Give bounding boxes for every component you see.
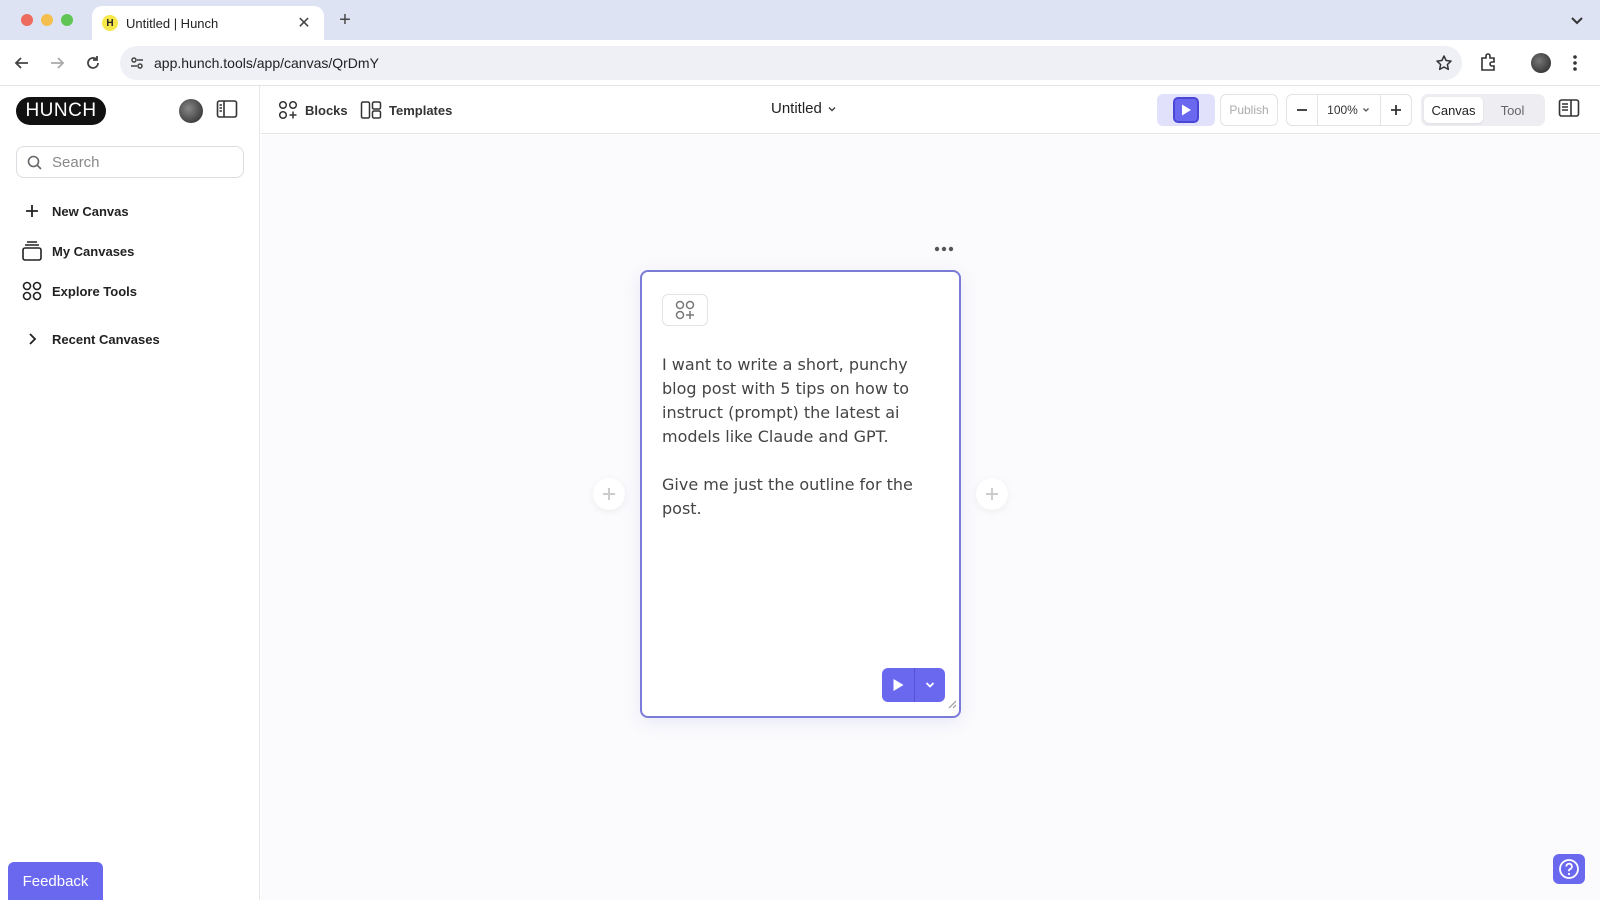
plus-icon	[1391, 105, 1401, 115]
browser-tab-bar: H Untitled | Hunch ✕ +	[0, 0, 1600, 40]
blocks-label: Blocks	[305, 102, 348, 118]
sidebar: HUNCH New Canvas My Canvases Explore Too…	[0, 86, 260, 900]
run-block-button[interactable]	[882, 668, 915, 702]
block-options-icon[interactable]	[933, 240, 955, 258]
sidebar-item-new-canvas[interactable]: New Canvas	[20, 199, 129, 223]
blocks-icon	[278, 100, 298, 120]
feedback-button[interactable]: Feedback	[8, 862, 103, 900]
sidebar-toggle-icon[interactable]	[216, 99, 238, 124]
grid-icon	[20, 281, 44, 301]
hunch-logo[interactable]: HUNCH	[16, 97, 106, 125]
blocks-button[interactable]: Blocks	[278, 98, 348, 122]
zoom-control: 100%	[1286, 94, 1412, 126]
tab-search-chevron-icon[interactable]	[1568, 11, 1586, 29]
sidebar-item-label: My Canvases	[52, 243, 135, 259]
canvas-title-dropdown[interactable]: Untitled	[771, 100, 838, 117]
publish-button[interactable]: Publish	[1220, 94, 1278, 126]
play-icon	[893, 679, 904, 691]
canvas-toolbar: Blocks Templates Untitled Publish 100% C…	[261, 86, 1600, 134]
search-input[interactable]	[52, 153, 232, 171]
run-options-dropdown[interactable]	[915, 668, 945, 702]
add-block-left-button[interactable]	[593, 478, 625, 510]
address-bar[interactable]: app.hunch.tools/app/canvas/QrDmY	[120, 46, 1462, 80]
stack-icon	[20, 240, 44, 262]
mode-switch: Canvas Tool	[1421, 94, 1545, 126]
url-text[interactable]: app.hunch.tools/app/canvas/QrDmY	[154, 55, 1426, 71]
add-block-right-button[interactable]	[976, 478, 1008, 510]
help-icon	[1559, 859, 1579, 879]
browser-menu-icon[interactable]	[1572, 53, 1578, 78]
browser-profile-avatar[interactable]	[1531, 53, 1551, 73]
run-canvas-group	[1157, 94, 1215, 126]
chevron-down-icon	[828, 106, 836, 112]
minus-icon	[1297, 109, 1307, 111]
maximize-window-button[interactable]	[61, 14, 73, 26]
plus-icon	[603, 488, 615, 500]
zoom-out-button[interactable]	[1287, 95, 1317, 125]
tab-tool[interactable]: Tool	[1483, 97, 1542, 123]
search-icon	[27, 155, 42, 170]
reload-icon[interactable]	[82, 52, 104, 74]
bookmark-star-icon[interactable]	[1426, 54, 1462, 72]
user-avatar[interactable]	[179, 99, 203, 123]
run-canvas-button[interactable]	[1173, 97, 1199, 123]
tab-title: Untitled | Hunch	[126, 15, 219, 31]
prompt-textarea[interactable]: I want to write a short, punchy blog pos…	[662, 353, 942, 521]
browser-toolbar: app.hunch.tools/app/canvas/QrDmY	[0, 40, 1600, 86]
zoom-in-button[interactable]	[1381, 95, 1411, 125]
help-button[interactable]	[1553, 854, 1585, 884]
browser-tab[interactable]: H Untitled | Hunch ✕	[92, 6, 324, 40]
sidebar-item-label: New Canvas	[52, 203, 129, 219]
chevron-down-icon	[1362, 108, 1369, 112]
back-arrow-icon[interactable]	[11, 52, 33, 74]
tab-canvas[interactable]: Canvas	[1424, 97, 1483, 123]
sidebar-item-label: Recent Canvases	[52, 331, 160, 347]
prompt-block[interactable]: I want to write a short, punchy blog pos…	[640, 270, 961, 718]
block-type-icon[interactable]	[662, 294, 708, 326]
play-icon	[1182, 104, 1191, 116]
tab-close-icon[interactable]: ✕	[294, 13, 314, 33]
templates-icon	[360, 100, 382, 120]
close-window-button[interactable]	[21, 14, 33, 26]
plus-icon	[20, 203, 44, 219]
block-run-control	[882, 668, 945, 702]
chevron-right-icon	[20, 332, 44, 346]
plus-icon	[986, 488, 998, 500]
templates-label: Templates	[389, 102, 453, 118]
extensions-puzzle-icon[interactable]	[1478, 52, 1498, 77]
sidebar-item-recent-canvases[interactable]: Recent Canvases	[20, 327, 160, 351]
sidebar-item-my-canvases[interactable]: My Canvases	[20, 239, 134, 263]
right-panel-toggle-icon[interactable]	[1558, 98, 1580, 123]
canvas-title: Untitled	[771, 100, 822, 117]
zoom-level-dropdown[interactable]: 100%	[1317, 95, 1381, 125]
minimize-window-button[interactable]	[41, 14, 53, 26]
sidebar-item-explore-tools[interactable]: Explore Tools	[20, 279, 137, 303]
search-box[interactable]	[16, 146, 244, 178]
sidebar-item-label: Explore Tools	[52, 283, 137, 299]
zoom-level: 100%	[1327, 103, 1358, 117]
chevron-down-icon	[925, 682, 935, 688]
new-tab-icon[interactable]: +	[334, 10, 356, 30]
resize-handle-icon[interactable]	[947, 696, 957, 714]
hunch-favicon-icon: H	[102, 15, 118, 31]
templates-button[interactable]: Templates	[360, 98, 452, 122]
site-settings-icon[interactable]	[120, 55, 154, 71]
forward-arrow-icon[interactable]	[46, 52, 68, 74]
